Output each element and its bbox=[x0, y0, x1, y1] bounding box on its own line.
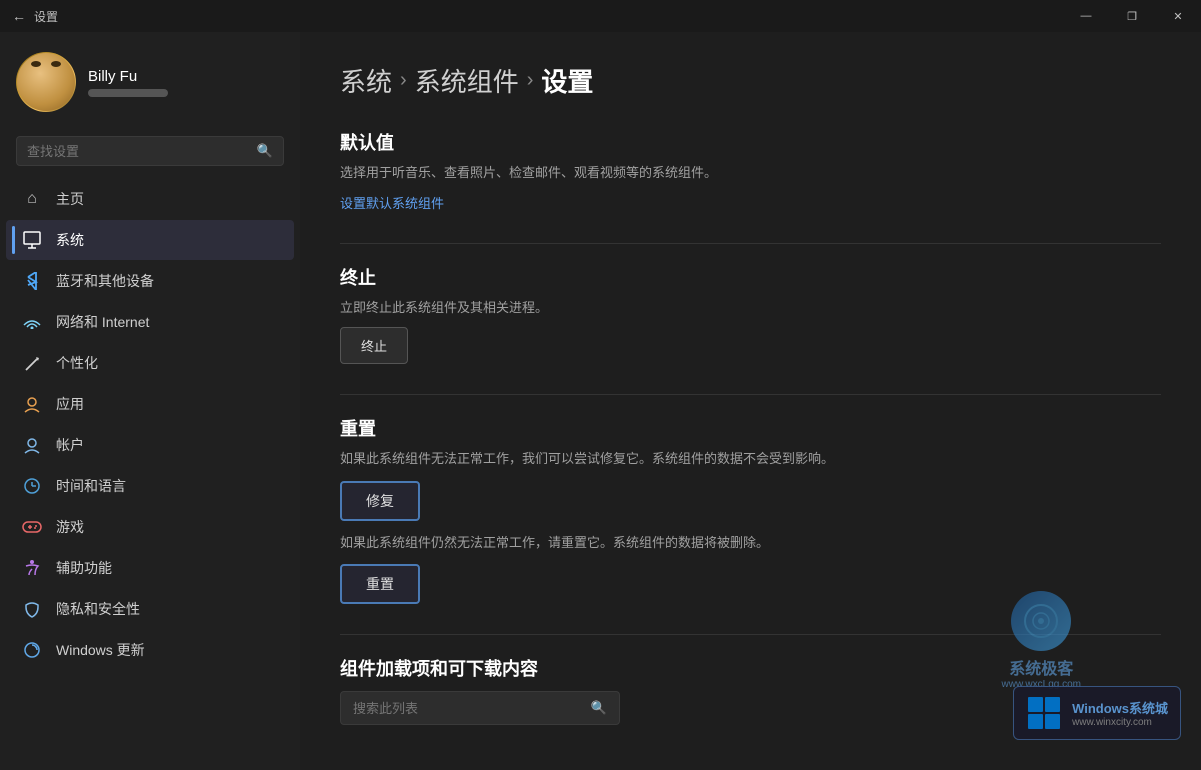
app-body: Billy Fu 🔍 ⌂主页系统蓝牙和其他设备网络和 Internet个性化应用… bbox=[0, 32, 1201, 770]
nav-icon-gaming bbox=[22, 517, 42, 537]
repair-btn-wrapper: 修复 bbox=[340, 481, 1161, 521]
sidebar-item-home[interactable]: ⌂ 主页 bbox=[6, 179, 294, 219]
breadcrumb-current: 设置 bbox=[541, 62, 593, 99]
sidebar-item-network[interactable]: 网络和 Internet bbox=[6, 302, 294, 342]
search-container: 🔍 bbox=[0, 128, 300, 178]
section-defaults: 默认值 选择用于听音乐、查看照片、检查邮件、观看视频等的系统组件。 设置默认系统… bbox=[340, 129, 1161, 213]
nav-icon-personalization bbox=[22, 353, 42, 373]
nav-label-system: 系统 bbox=[56, 230, 84, 250]
search-input[interactable] bbox=[27, 144, 249, 159]
avatar-face bbox=[17, 53, 75, 111]
search-list-box[interactable]: 🔍 bbox=[340, 691, 620, 725]
sidebar-item-privacy[interactable]: 隐私和安全性 bbox=[6, 589, 294, 629]
terminate-title: 终止 bbox=[340, 264, 1161, 290]
reset-desc1: 如果此系统组件无法正常工作，我们可以尝试修复它。系统组件的数据不会受到影响。 bbox=[340, 449, 1161, 469]
username: Billy Fu bbox=[88, 68, 168, 85]
section-terminate: 终止 立即终止此系统组件及其相关进程。 终止 bbox=[340, 264, 1161, 365]
search-list-input[interactable] bbox=[353, 701, 583, 716]
repair-button[interactable]: 修复 bbox=[340, 481, 420, 521]
divider-2 bbox=[340, 394, 1161, 395]
titlebar-title: 设置 bbox=[34, 8, 58, 25]
main-content: 系统 › 系统组件 › 设置 默认值 选择用于听音乐、查看照片、检查邮件、观看视… bbox=[300, 32, 1201, 770]
active-bar bbox=[12, 226, 15, 254]
reset-button[interactable]: 重置 bbox=[340, 564, 420, 604]
nav-icon-update bbox=[22, 640, 42, 660]
breadcrumb: 系统 › 系统组件 › 设置 bbox=[340, 62, 1161, 99]
terminate-button[interactable]: 终止 bbox=[340, 327, 408, 364]
nav-label-gaming: 游戏 bbox=[56, 517, 84, 537]
nav-icon-time bbox=[22, 476, 42, 496]
sidebar-item-apps[interactable]: 应用 bbox=[6, 384, 294, 424]
nav-label-update: Windows 更新 bbox=[56, 640, 145, 660]
nav-label-apps: 应用 bbox=[56, 394, 84, 414]
nav-icon-accounts bbox=[22, 435, 42, 455]
defaults-title: 默认值 bbox=[340, 129, 1161, 155]
breadcrumb-sep1: › bbox=[400, 69, 407, 92]
nav-label-time: 时间和语言 bbox=[56, 476, 126, 496]
nav-icon-network bbox=[22, 312, 42, 332]
sidebar-item-bluetooth[interactable]: 蓝牙和其他设备 bbox=[6, 261, 294, 301]
windows-badge: Windows系统城 www.winxcity.com bbox=[1013, 686, 1181, 740]
terminate-desc: 立即终止此系统组件及其相关进程。 bbox=[340, 298, 1161, 318]
nav-list: ⌂ 主页系统蓝牙和其他设备网络和 Internet 个性化应用帐户时间和语言游戏辅助… bbox=[0, 178, 300, 671]
nav-label-personalization: 个性化 bbox=[56, 353, 98, 373]
titlebar: ← 设置 — ❐ ✕ bbox=[0, 0, 1201, 32]
reset-desc2: 如果此系统组件仍然无法正常工作，请重置它。系统组件的数据将被删除。 bbox=[340, 533, 1161, 553]
nav-icon-bluetooth bbox=[22, 271, 42, 291]
avatar bbox=[16, 52, 76, 112]
nav-icon-privacy bbox=[22, 599, 42, 619]
breadcrumb-components: 系统组件 bbox=[415, 62, 519, 99]
maximize-button[interactable]: ❐ bbox=[1109, 0, 1155, 32]
nav-label-home: 主页 bbox=[56, 189, 84, 209]
addons-title: 组件加载项和可下载内容 bbox=[340, 655, 1161, 681]
nav-label-accessibility: 辅助功能 bbox=[56, 558, 112, 578]
search-box[interactable]: 🔍 bbox=[16, 136, 284, 166]
close-button[interactable]: ✕ bbox=[1155, 0, 1201, 32]
titlebar-controls: — ❐ ✕ bbox=[1063, 0, 1201, 32]
sidebar-item-system[interactable]: 系统 bbox=[6, 220, 294, 260]
sidebar: Billy Fu 🔍 ⌂ 主页系统蓝牙和其他设备网络和 Internet 个性化应用… bbox=[0, 32, 300, 770]
nav-icon-accessibility bbox=[22, 558, 42, 578]
badge-main: Windows系统城 bbox=[1072, 698, 1168, 717]
section-reset: 重置 如果此系统组件无法正常工作，我们可以尝试修复它。系统组件的数据不会受到影响… bbox=[340, 415, 1161, 604]
badge-sub: www.winxcity.com bbox=[1072, 717, 1168, 728]
reset-btn-wrapper: 重置 bbox=[340, 564, 1161, 604]
nav-label-accounts: 帐户 bbox=[56, 435, 84, 455]
defaults-link[interactable]: 设置默认系统组件 bbox=[340, 196, 444, 211]
sidebar-item-personalization[interactable]: 个性化 bbox=[6, 343, 294, 383]
nav-icon-home: ⌂ bbox=[22, 189, 42, 209]
search-list-icon: 🔍 bbox=[591, 700, 607, 716]
breadcrumb-sep2: › bbox=[527, 69, 534, 92]
divider-1 bbox=[340, 243, 1161, 244]
sidebar-item-accounts[interactable]: 帐户 bbox=[6, 425, 294, 465]
back-icon[interactable]: ← bbox=[12, 8, 26, 24]
search-icon: 🔍 bbox=[257, 143, 273, 159]
windows-logo-svg bbox=[1026, 695, 1062, 731]
sidebar-item-time[interactable]: 时间和语言 bbox=[6, 466, 294, 506]
nav-label-bluetooth: 蓝牙和其他设备 bbox=[56, 271, 154, 291]
nav-label-network: 网络和 Internet bbox=[56, 312, 149, 332]
minimize-button[interactable]: — bbox=[1063, 0, 1109, 32]
user-info: Billy Fu bbox=[88, 68, 168, 97]
sidebar-item-gaming[interactable]: 游戏 bbox=[6, 507, 294, 547]
divider-3 bbox=[340, 634, 1161, 635]
user-profile[interactable]: Billy Fu bbox=[0, 32, 300, 128]
badge-text: Windows系统城 www.winxcity.com bbox=[1072, 698, 1168, 728]
main-wrapper: 系统 › 系统组件 › 设置 默认值 选择用于听音乐、查看照片、检查邮件、观看视… bbox=[300, 32, 1201, 770]
reset-title: 重置 bbox=[340, 415, 1161, 441]
nav-icon-system bbox=[22, 230, 42, 250]
user-subtitle bbox=[88, 89, 168, 97]
nav-icon-apps bbox=[22, 394, 42, 414]
nav-label-privacy: 隐私和安全性 bbox=[56, 599, 140, 619]
titlebar-left: ← 设置 bbox=[12, 8, 58, 25]
breadcrumb-system: 系统 bbox=[340, 62, 392, 99]
sidebar-item-accessibility[interactable]: 辅助功能 bbox=[6, 548, 294, 588]
defaults-desc: 选择用于听音乐、查看照片、检查邮件、观看视频等的系统组件。 bbox=[340, 163, 1161, 183]
sidebar-item-update[interactable]: Windows 更新 bbox=[6, 630, 294, 670]
